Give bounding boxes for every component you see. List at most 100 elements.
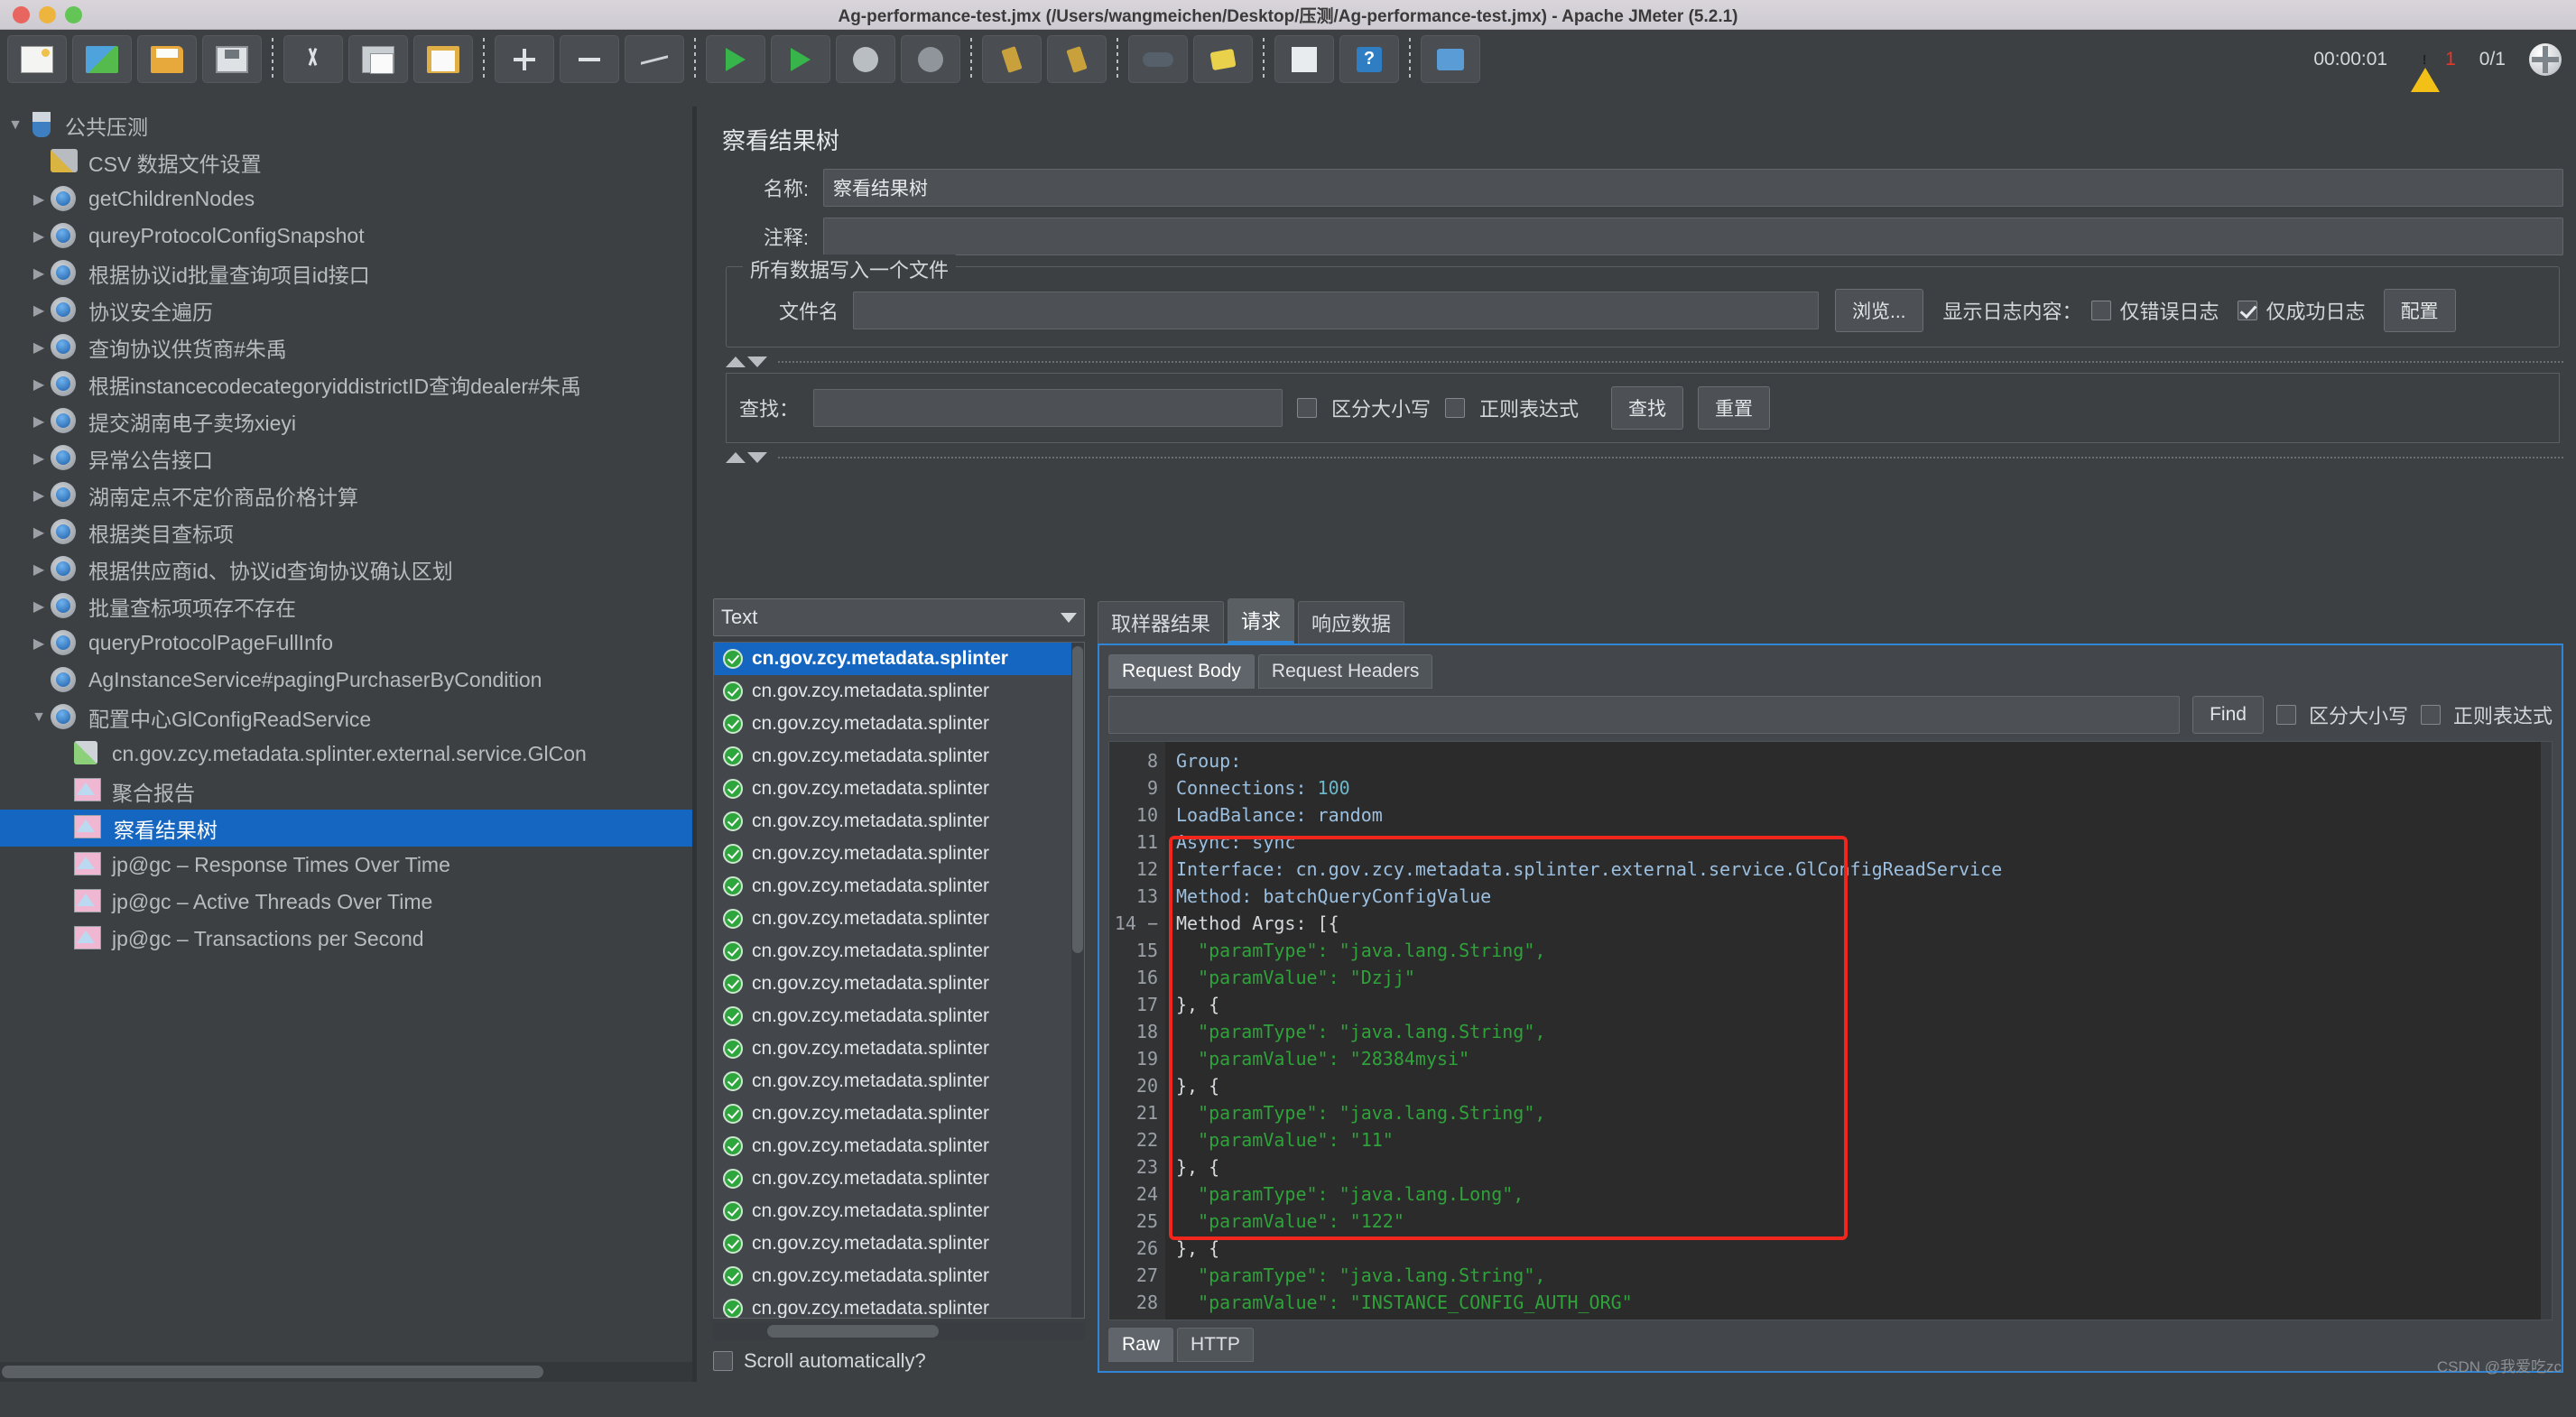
sample-result-row[interactable]: cn.gov.zcy.metadata.splinter (714, 1130, 1084, 1162)
gear-icon[interactable] (2529, 42, 2562, 76)
new-file-button[interactable] (7, 35, 67, 83)
sample-result-list[interactable]: cn.gov.zcy.metadata.splinter cn.gov.zcy.m… (713, 642, 1085, 1319)
sample-list-hscroll-thumb[interactable] (767, 1325, 939, 1338)
collapse-twisty-icon[interactable]: ▼ (4, 117, 27, 134)
expand-twisty-icon[interactable]: ▶ (27, 634, 51, 653)
tree-node-3[interactable]: ▶ qureyProtocolConfigSnapshot (0, 218, 692, 255)
sample-result-row[interactable]: cn.gov.zcy.metadata.splinter (714, 1260, 1084, 1292)
result-tab-1[interactable]: 请求 (1228, 598, 1295, 644)
tree-node-13[interactable]: ▶ 批量查标项项存不存在 (0, 588, 692, 625)
result-tabs[interactable]: 取样器结果 请求 响应数据 (1098, 598, 2563, 644)
browse-button[interactable]: 浏览... (1835, 289, 1923, 332)
expand-twisty-icon[interactable]: ▶ (27, 375, 51, 394)
start-no-pauses-button[interactable] (771, 35, 830, 83)
tree-node-4[interactable]: ▶ 根据协议id批量查询项目id接口 (0, 255, 692, 292)
warning-icon[interactable] (2411, 47, 2441, 92)
caret-up-icon[interactable] (726, 452, 746, 463)
tree-node-8[interactable]: ▶ 提交湖南电子卖场xieyi (0, 403, 692, 440)
caret-up-icon[interactable] (726, 357, 746, 367)
toggle-button[interactable] (625, 35, 684, 83)
expand-twisty-icon[interactable]: ▶ (27, 412, 51, 431)
find-button[interactable]: Find (2192, 696, 2264, 734)
tree-node-0[interactable]: ▼ 公共压测 (0, 107, 692, 144)
tree-node-10[interactable]: ▶ 湖南定点不定价商品价格计算 (0, 477, 692, 514)
sample-result-row[interactable]: cn.gov.zcy.metadata.splinter (714, 870, 1084, 903)
request-body-code-viewer[interactable]: 8 9 10 11 12 13 14 − 15 16 17 18 19 20 21 22 23 24 25 26 27… (1108, 741, 2553, 1320)
tree-node-9[interactable]: ▶ 异常公告接口 (0, 440, 692, 477)
request-subtabs[interactable]: Request Body Request Headers (1108, 654, 2553, 689)
request-subtab-1[interactable]: Request Headers (1257, 654, 1433, 689)
tree-node-5[interactable]: ▶ 协议安全遍历 (0, 292, 692, 329)
help-button[interactable]: ? (1339, 35, 1399, 83)
sample-result-row[interactable]: cn.gov.zcy.metadata.splinter (714, 968, 1084, 1000)
collapse-handle-top[interactable] (726, 357, 2563, 367)
expand-twisty-icon[interactable]: ▶ (27, 486, 51, 505)
sample-result-row[interactable]: cn.gov.zcy.metadata.splinter (714, 708, 1084, 740)
expand-twisty-icon[interactable]: ▶ (27, 449, 51, 468)
expand-twisty-icon[interactable]: ▶ (27, 190, 51, 208)
search-submit-button[interactable]: 查找 (1611, 386, 1684, 430)
name-input[interactable] (823, 169, 2563, 207)
tree-node-14[interactable]: ▶ queryProtocolPageFullInfo (0, 625, 692, 662)
find-input[interactable] (1108, 696, 2181, 734)
result-tab-0[interactable]: 取样器结果 (1098, 601, 1225, 644)
search-regex-checkbox[interactable] (1445, 398, 1466, 418)
success-only-checkbox[interactable] (2237, 301, 2257, 320)
sample-list-vertical-scrollbar[interactable] (1071, 643, 1084, 1318)
tree-node-22[interactable]: jp@gc – Transactions per Second (0, 921, 692, 958)
tree-node-19[interactable]: 察看结果树 (0, 810, 692, 847)
filename-input[interactable] (853, 292, 1819, 329)
expand-twisty-icon[interactable]: ▶ (27, 227, 51, 245)
find-case-sensitive-checkbox[interactable] (2275, 705, 2296, 725)
comment-input[interactable] (823, 218, 2563, 255)
reset-search-button[interactable] (1193, 35, 1253, 83)
tree-node-20[interactable]: jp@gc – Response Times Over Time (0, 847, 692, 884)
caret-down-icon[interactable] (747, 452, 767, 463)
search-button[interactable] (1128, 35, 1188, 83)
sample-result-row[interactable]: cn.gov.zcy.metadata.splinter (714, 773, 1084, 805)
tree-node-17[interactable]: cn.gov.zcy.metadata.splinter.external.se… (0, 736, 692, 773)
shutdown-button[interactable] (901, 35, 960, 83)
start-button[interactable] (706, 35, 765, 83)
sample-result-row[interactable]: cn.gov.zcy.metadata.splinter (714, 805, 1084, 838)
expand-twisty-icon[interactable]: ▶ (27, 338, 51, 357)
sample-result-row[interactable]: cn.gov.zcy.metadata.splinter (714, 643, 1084, 675)
clear-all-button[interactable] (1047, 35, 1107, 83)
sample-result-row[interactable]: cn.gov.zcy.metadata.splinter (714, 903, 1084, 935)
tree-node-21[interactable]: jp@gc – Active Threads Over Time (0, 884, 692, 921)
raw-http-tab-1[interactable]: HTTP (1177, 1328, 1254, 1362)
paste-button[interactable] (413, 35, 473, 83)
sample-result-row[interactable]: cn.gov.zcy.metadata.splinter (714, 838, 1084, 870)
expand-twisty-icon[interactable]: ▶ (27, 264, 51, 282)
caret-down-icon[interactable] (747, 357, 767, 367)
tree-node-11[interactable]: ▶ 根据类目查标项 (0, 514, 692, 551)
request-subtab-0[interactable]: Request Body (1108, 654, 1255, 689)
sample-result-row[interactable]: cn.gov.zcy.metadata.splinter (714, 675, 1084, 708)
tree-node-16[interactable]: ▼ 配置中心GlConfigReadService (0, 699, 692, 736)
tree-node-6[interactable]: ▶ 查询协议供货商#朱禹 (0, 329, 692, 366)
tree-node-1[interactable]: CSV 数据文件设置 (0, 144, 692, 181)
tree-node-12[interactable]: ▶ 根据供应商id、协议id查询协议确认区划 (0, 551, 692, 588)
tree-horizontal-scrollbar[interactable] (0, 1362, 692, 1382)
search-case-sensitive-checkbox[interactable] (1297, 398, 1318, 418)
function-helper-button[interactable] (1274, 35, 1334, 83)
expand-twisty-icon[interactable]: ▶ (27, 523, 51, 542)
clear-button[interactable] (982, 35, 1042, 83)
sample-result-row[interactable]: cn.gov.zcy.metadata.splinter (714, 1162, 1084, 1195)
sample-result-row[interactable]: cn.gov.zcy.metadata.splinter (714, 1227, 1084, 1260)
find-regex-checkbox[interactable] (2420, 705, 2441, 725)
search-reset-button[interactable]: 重置 (1698, 386, 1771, 430)
tree-node-15[interactable]: AgInstanceService#pagingPurchaserByCondi… (0, 662, 692, 699)
tree-node-18[interactable]: 聚合报告 (0, 773, 692, 810)
expand-twisty-icon[interactable]: ▶ (27, 560, 51, 579)
renderer-select[interactable]: Text (713, 598, 1085, 636)
expand-twisty-icon[interactable]: ▶ (27, 301, 51, 320)
result-tab-2[interactable]: 响应数据 (1298, 601, 1405, 644)
sample-list-scroll-thumb[interactable] (1072, 646, 1083, 953)
misc-button[interactable] (1421, 35, 1480, 83)
code-vertical-scrollbar[interactable] (2541, 742, 2552, 1320)
sample-result-row[interactable]: cn.gov.zcy.metadata.splinter (714, 740, 1084, 773)
scroll-automatically-checkbox[interactable] (713, 1351, 733, 1371)
tree-scroll-thumb[interactable] (2, 1366, 543, 1378)
search-input[interactable] (813, 389, 1283, 427)
